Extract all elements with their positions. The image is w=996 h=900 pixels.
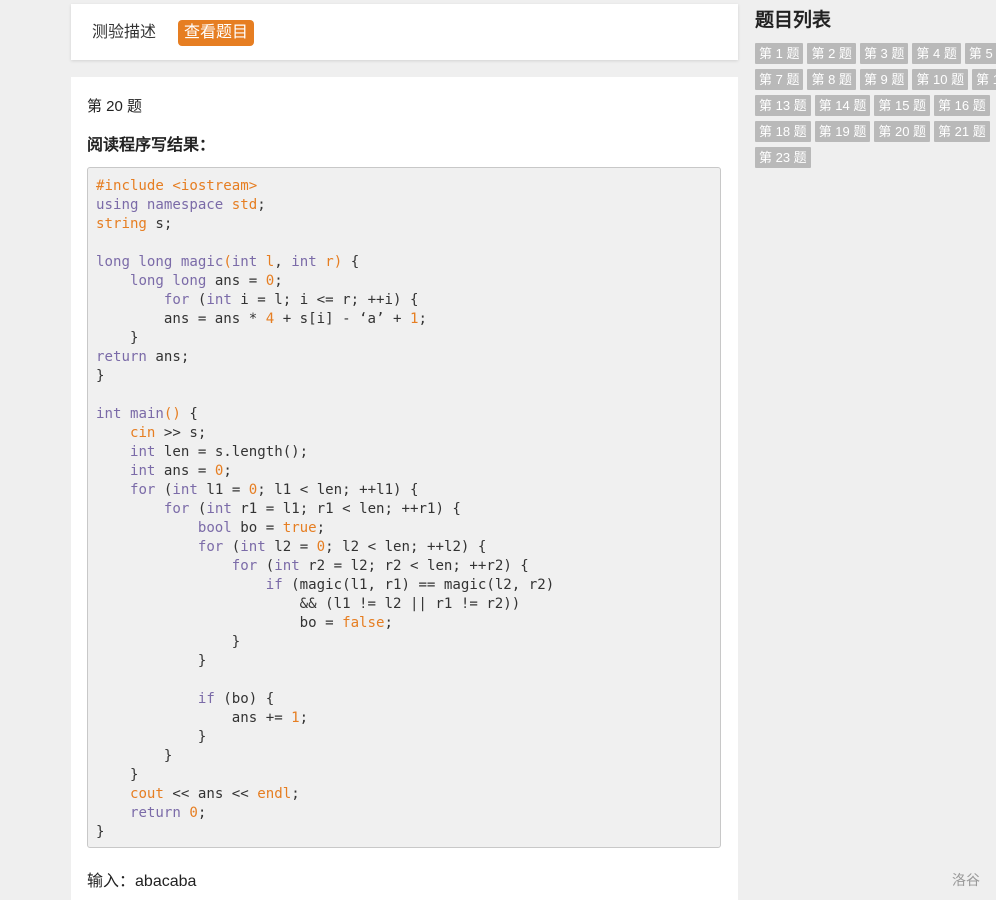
question-link[interactable]: 第 23 题 (755, 147, 811, 168)
question-link[interactable]: 第 3 题 (859, 43, 909, 64)
question-list-row: 第 18 题第 19 题第 20 题第 21 题 (755, 121, 994, 142)
test-tabs-bar: 测验描述 查看题目 (71, 4, 738, 60)
tab-view-questions[interactable]: 查看题目 (178, 20, 255, 46)
question-list-row: 第 1 题第 2 题第 3 题第 4 题第 5 题 (755, 43, 996, 64)
question-list-row: 第 13 题第 14 题第 15 题第 16 题 (755, 95, 994, 116)
question-link[interactable]: 第 19 题 (814, 121, 871, 142)
input-value: abacaba (135, 873, 197, 890)
question-link[interactable]: 第 13 题 (755, 95, 811, 116)
question-link[interactable]: 第 11 题 (972, 69, 996, 90)
question-list: 第 1 题第 2 题第 3 题第 4 题第 5 题 第 7 题第 8 题第 9 … (755, 43, 996, 173)
question-number: 第 20 题 (87, 98, 143, 115)
question-link[interactable]: 第 14 题 (814, 95, 871, 116)
question-link[interactable]: 第 2 题 (807, 43, 856, 64)
code-block: #include <iostream> using namespace std;… (87, 167, 721, 848)
question-link[interactable]: 第 7 题 (755, 69, 804, 90)
question-list-row: 第 7 题第 8 题第 9 题第 10 题第 11 题 (755, 69, 996, 90)
question-link[interactable]: 第 20 题 (874, 121, 931, 142)
question-link[interactable]: 第 4 题 (912, 43, 961, 64)
brand-logo-text: 洛谷 (952, 872, 980, 888)
question-list-title: 题目列表 (755, 10, 832, 31)
input-label: 输入： (87, 873, 136, 890)
question-link[interactable]: 第 15 题 (874, 95, 931, 116)
question-list-row: 第 23 题 (755, 147, 815, 168)
question-link[interactable]: 第 9 题 (859, 69, 909, 90)
question-link[interactable]: 第 18 题 (755, 121, 811, 142)
tab-test-description[interactable]: 测验描述 (92, 22, 156, 44)
question-link[interactable]: 第 8 题 (807, 69, 856, 90)
question-panel: 第 20 题 阅读程序写结果： #include <iostream> usin… (71, 77, 738, 900)
question-link[interactable]: 第 16 题 (934, 95, 990, 116)
question-input-line: 输入：abacaba (87, 867, 196, 891)
question-link[interactable]: 第 5 题 (964, 43, 996, 64)
question-link[interactable]: 第 10 题 (912, 69, 969, 90)
question-link[interactable]: 第 1 题 (755, 43, 804, 64)
question-link[interactable]: 第 21 题 (934, 121, 990, 142)
question-prompt: 阅读程序写结果： (87, 137, 216, 154)
code-text: #include <iostream> using namespace std;… (96, 178, 555, 840)
